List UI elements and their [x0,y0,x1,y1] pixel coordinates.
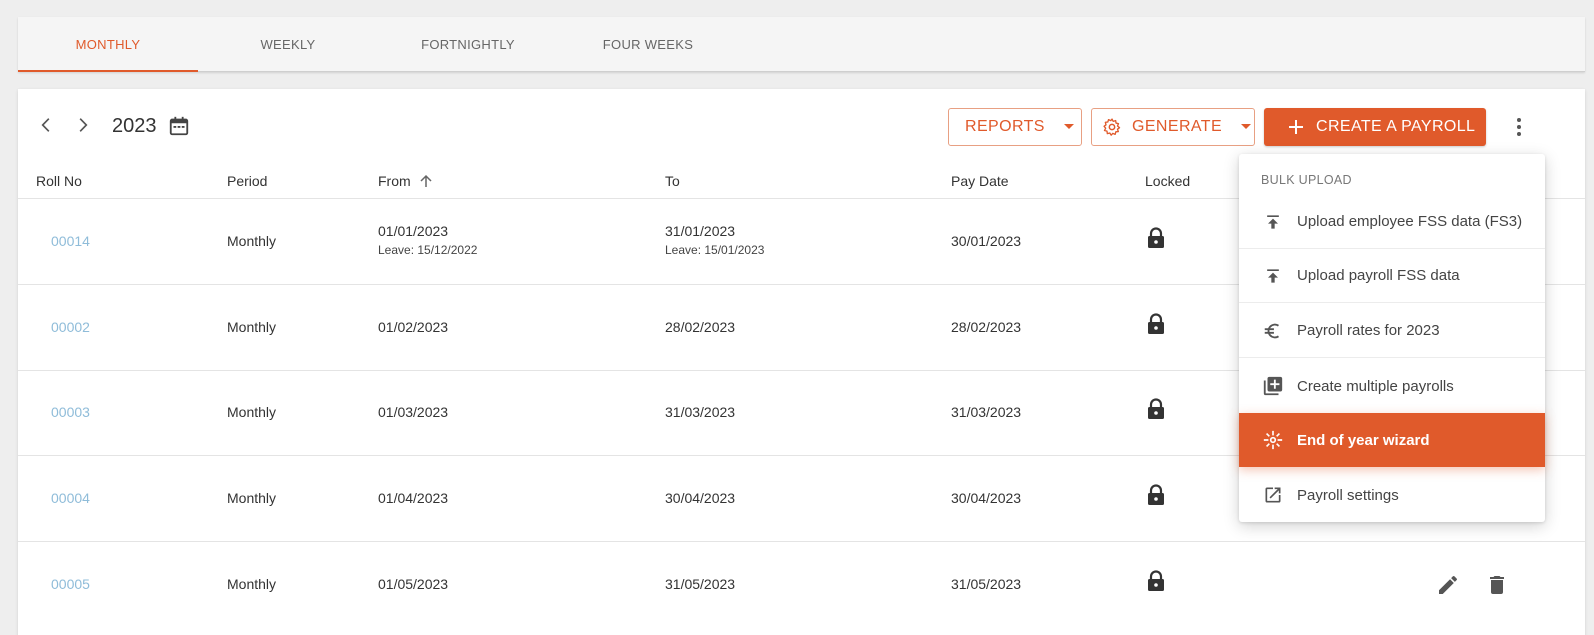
calendar-icon[interactable] [168,115,190,137]
plus-icon [1289,120,1303,134]
pay-date-cell: 28/02/2023 [951,319,1022,335]
roll-number-link[interactable]: 00003 [51,404,90,420]
roll-number-link[interactable]: 00014 [51,233,90,249]
arrow-up-icon [420,174,432,187]
previous-year-button[interactable] [32,111,60,139]
generate-button[interactable]: GENERATE [1091,108,1255,146]
from-date: 01/02/2023 [378,319,449,335]
from-cell: 01/01/2023 Leave: 15/12/2022 [378,223,477,257]
pay-date-cell: 30/04/2023 [951,490,1022,506]
more-vert-icon [1517,118,1521,136]
more-options-button[interactable] [1506,114,1532,140]
create-payroll-label: CREATE A PAYROLL [1316,118,1476,135]
menu-item-label: Upload employee FSS data (FS3) [1297,213,1523,230]
menu-item-payroll-rates[interactable]: Payroll rates for 2023 [1239,304,1545,358]
from-date: 01/05/2023 [378,576,449,592]
upload-icon [1261,210,1285,234]
lock-icon [1148,484,1164,505]
chevron-right-icon [79,118,88,132]
from-date: 01/01/2023 [378,223,449,239]
menu-item-create-multiple-payrolls[interactable]: Create multiple payrolls [1239,359,1545,413]
column-locked[interactable]: Locked [1145,173,1190,189]
roll-number-link[interactable]: 00004 [51,490,90,506]
menu-item-end-of-year-wizard[interactable]: End of year wizard [1239,413,1545,467]
period-cell: Monthly [227,233,277,249]
to-date: 31/05/2023 [665,576,736,592]
gear-icon [1103,118,1121,136]
column-period[interactable]: Period [227,173,267,189]
to-cell: 31/01/2023 Leave: 15/01/2023 [665,223,764,257]
menu-item-upload-payroll-fss[interactable]: Upload payroll FSS data [1239,249,1545,303]
to-date: 30/04/2023 [665,490,736,506]
menu-item-label: Payroll settings [1297,486,1399,504]
next-year-button[interactable] [69,111,97,139]
period-cell: Monthly [227,490,277,506]
to-date: 28/02/2023 [665,319,736,335]
column-pay-date[interactable]: Pay Date [951,173,1009,189]
pay-date-cell: 30/01/2023 [951,233,1022,249]
open-in-new-icon [1261,483,1285,507]
edit-icon[interactable] [1436,573,1460,597]
chevron-left-icon [41,118,50,132]
roll-number-link[interactable]: 00002 [51,319,90,335]
library-add-icon [1261,374,1285,398]
period-cell: Monthly [227,319,277,335]
from-leave-date: Leave: 15/12/2022 [378,243,478,257]
to-leave-date: Leave: 15/01/2023 [665,243,765,257]
lock-icon [1148,570,1164,591]
payroll-frequency-tabs: MONTHLY WEEKLY FORTNIGHTLY FOUR WEEKS [18,17,1585,72]
column-to[interactable]: To [665,173,680,189]
tab-fortnightly[interactable]: FORTNIGHTLY [378,17,558,71]
pay-date-cell: 31/05/2023 [951,576,1022,592]
delete-icon[interactable] [1485,573,1509,597]
wizard-icon [1261,428,1285,452]
menu-item-label: Create multiple payrolls [1297,377,1454,395]
menu-item-label: Payroll rates for 2023 [1297,322,1440,339]
reports-label: REPORTS [965,118,1045,135]
menu-item-payroll-settings[interactable]: Payroll settings [1239,468,1545,522]
tab-weekly[interactable]: WEEKLY [198,17,378,71]
lock-icon [1148,227,1164,248]
menu-item-upload-employee-fss[interactable]: Upload employee FSS data (FS3) [1239,195,1545,249]
generate-label: GENERATE [1132,118,1223,135]
period-cell: Monthly [227,576,277,592]
roll-number-link[interactable]: 00005 [51,576,90,592]
to-date: 31/01/2023 [665,223,736,239]
euro-icon [1261,319,1285,343]
table-row[interactable]: 00005 Monthly 01/05/2023 31/05/2023 31/0… [18,542,1585,628]
column-from[interactable]: From [378,173,433,189]
column-roll-no[interactable]: Roll No [36,173,82,189]
caret-down-icon [1063,124,1074,129]
upload-icon [1261,264,1285,288]
caret-down-icon [1241,124,1252,129]
period-cell: Monthly [227,404,277,420]
more-options-menu: BULK UPLOAD Upload employee FSS data (FS… [1239,154,1545,522]
tab-four-weeks[interactable]: FOUR WEEKS [558,17,738,71]
lock-icon [1148,398,1164,419]
from-date: 01/04/2023 [378,490,449,506]
pay-date-cell: 31/03/2023 [951,404,1022,420]
menu-item-label: Upload payroll FSS data [1297,267,1460,284]
menu-item-label: End of year wizard [1297,431,1430,449]
lock-icon [1148,313,1164,334]
menu-section-header: BULK UPLOAD [1261,173,1352,187]
selected-year: 2023 [112,115,157,137]
tab-monthly[interactable]: MONTHLY [18,17,198,72]
create-payroll-button[interactable]: CREATE A PAYROLL [1264,108,1486,146]
to-date: 31/03/2023 [665,404,736,420]
reports-button[interactable]: REPORTS [948,108,1082,146]
column-from-label: From [378,173,411,189]
from-date: 01/03/2023 [378,404,449,420]
